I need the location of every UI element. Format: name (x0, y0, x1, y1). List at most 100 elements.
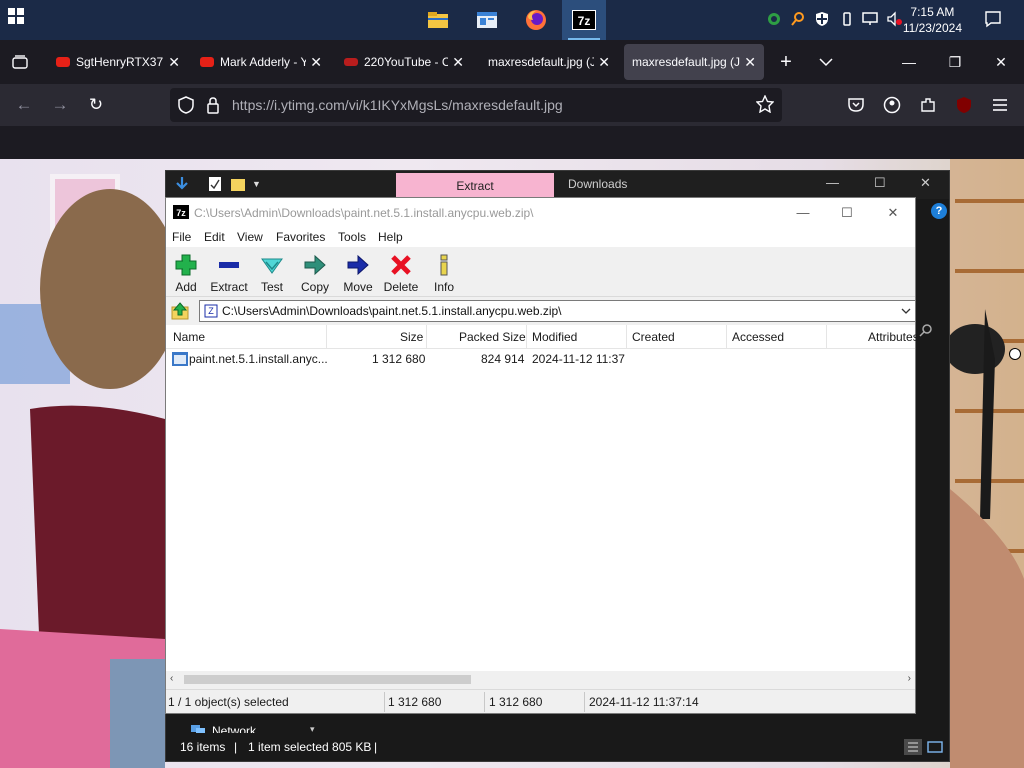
add-button[interactable]: Add (164, 251, 208, 295)
restore-icon[interactable]: ❐ (932, 40, 978, 84)
column-created[interactable]: Created (632, 330, 675, 344)
7zip-file-list[interactable]: Name Size Packed Size Modified Created A… (166, 325, 919, 675)
move-icon (347, 254, 369, 276)
youtube-icon (200, 57, 214, 67)
add-label: Add (175, 280, 197, 294)
lock-icon[interactable] (206, 96, 220, 117)
horizontal-scrollbar[interactable]: ‹ › (166, 671, 915, 688)
reload-icon[interactable]: ↻ (84, 93, 108, 117)
new-folder-icon[interactable] (230, 176, 246, 195)
delete-button[interactable]: Delete (379, 251, 423, 295)
7zip-taskbar-button[interactable]: 7z (562, 0, 606, 40)
network-sync-icon[interactable] (765, 10, 783, 28)
properties-icon[interactable] (208, 176, 222, 195)
details-view-icon[interactable] (904, 739, 922, 755)
back-arrow-icon[interactable]: ← (12, 93, 36, 117)
control-panel-taskbar-button[interactable] (465, 0, 509, 40)
pocket-icon[interactable] (844, 93, 868, 117)
browser-tab[interactable]: SgtHenryRTX37 ✕ (48, 44, 188, 80)
info-icon (440, 254, 448, 276)
7zip-close-icon[interactable]: ✕ (870, 198, 916, 227)
browser-tab-selected[interactable]: maxresdefault.jpg (J ✕ (624, 44, 764, 80)
close-tab-icon[interactable]: ✕ (598, 54, 610, 71)
explorer-minimize-icon[interactable]: — (826, 175, 839, 190)
folder-icon (428, 12, 448, 28)
search-app-icon[interactable] (789, 10, 807, 28)
close-tab-icon[interactable]: ✕ (168, 54, 180, 71)
download-arrow-icon[interactable] (174, 176, 190, 195)
site-icon (344, 58, 358, 66)
help-icon[interactable]: ? (931, 203, 947, 219)
new-tab-icon[interactable]: + (774, 50, 798, 74)
large-icons-view-icon[interactable] (926, 739, 944, 755)
extensions-icon[interactable] (916, 93, 940, 117)
network-icon[interactable] (862, 10, 880, 28)
column-packed-size[interactable]: Packed Size (459, 330, 526, 344)
firefox-taskbar-button[interactable] (514, 0, 558, 40)
ublock-origin-icon[interactable] (952, 93, 976, 117)
notification-center-icon[interactable] (984, 10, 1002, 28)
forward-arrow-icon[interactable]: → (48, 93, 72, 117)
browser-tab[interactable]: Mark Adderly - Y ✕ (192, 44, 330, 80)
minimize-icon[interactable]: — (886, 40, 932, 84)
exe-file-icon (172, 352, 188, 369)
menu-tools[interactable]: Tools (338, 230, 366, 244)
extract-ribbon-tab[interactable]: Extract (396, 173, 554, 199)
column-name[interactable]: Name (173, 330, 205, 344)
menu-file[interactable]: File (172, 230, 191, 244)
extract-button[interactable]: Extract (207, 251, 251, 295)
path-dropdown-icon[interactable] (901, 305, 911, 319)
url-bar[interactable]: https://i.ytimg.com/vi/k1IKYxMgsLs/maxre… (170, 88, 782, 122)
file-row[interactable]: paint.net.5.1.install.anyc... 1 312 680 … (166, 349, 915, 369)
7zip-maximize-icon[interactable]: ☐ (824, 198, 870, 227)
7zip-toolbar: Add Extract Test Copy Move Delete Info (166, 247, 915, 297)
file-size: 1 312 680 (372, 352, 426, 366)
browser-tab[interactable]: 220YouTube - Co ✕ (336, 44, 472, 80)
column-accessed[interactable]: Accessed (732, 330, 784, 344)
start-button[interactable] (8, 8, 32, 32)
clock-date: 11/23/2024 (902, 21, 962, 35)
clock[interactable]: 7:15 AM 11/23/2024 (903, 4, 962, 36)
close-tab-icon[interactable]: ✕ (310, 54, 322, 71)
delete-icon (391, 255, 411, 275)
test-button[interactable]: Test (250, 251, 294, 295)
shield-icon[interactable] (178, 96, 194, 117)
menu-edit[interactable]: Edit (204, 230, 225, 244)
menu-favorites[interactable]: Favorites (276, 230, 325, 244)
bookmark-star-icon[interactable] (755, 94, 775, 116)
status-divider: | (234, 740, 238, 754)
close-tab-icon[interactable]: ✕ (744, 54, 756, 71)
list-all-tabs-icon[interactable] (814, 50, 838, 74)
test-icon (261, 258, 283, 274)
7zip-icon: 7z (173, 205, 189, 222)
close-tab-icon[interactable]: ✕ (452, 54, 464, 71)
up-folder-icon[interactable] (170, 301, 190, 324)
volume-muted-icon[interactable] (886, 10, 904, 28)
menu-help[interactable]: Help (378, 230, 403, 244)
tab-overview-icon[interactable] (8, 50, 32, 74)
security-shield-icon[interactable] (813, 10, 831, 28)
extract-label: Extract (210, 280, 248, 294)
usb-device-icon[interactable] (838, 10, 856, 28)
info-button[interactable]: Info (422, 251, 466, 295)
quick-access-dropdown-icon[interactable]: ▼ (252, 179, 261, 189)
explorer-close-icon[interactable]: ✕ (920, 175, 931, 191)
explorer-maximize-icon[interactable]: ☐ (874, 175, 886, 191)
copy-button[interactable]: Copy (293, 251, 337, 295)
column-modified[interactable]: Modified (532, 330, 577, 344)
explorer-search-icon[interactable] (918, 323, 938, 343)
7zip-minimize-icon[interactable]: — (780, 198, 826, 227)
account-icon[interactable] (880, 93, 904, 117)
browser-tab[interactable]: maxresdefault.jpg (J ✕ (480, 44, 618, 80)
file-explorer-taskbar-button[interactable] (416, 0, 460, 40)
move-button[interactable]: Move (336, 251, 380, 295)
scroll-right-icon[interactable]: › (908, 673, 911, 684)
menu-view[interactable]: View (237, 230, 263, 244)
hamburger-menu-icon[interactable] (988, 93, 1012, 117)
scrollbar-thumb[interactable] (184, 675, 471, 684)
close-window-icon[interactable]: ✕ (978, 40, 1024, 84)
path-input[interactable]: Z C:\Users\Admin\Downloads\paint.net.5.1… (199, 300, 916, 322)
scroll-left-icon[interactable]: ‹ (170, 673, 173, 684)
column-attributes[interactable]: Attributes (868, 330, 919, 344)
column-size[interactable]: Size (400, 330, 423, 344)
